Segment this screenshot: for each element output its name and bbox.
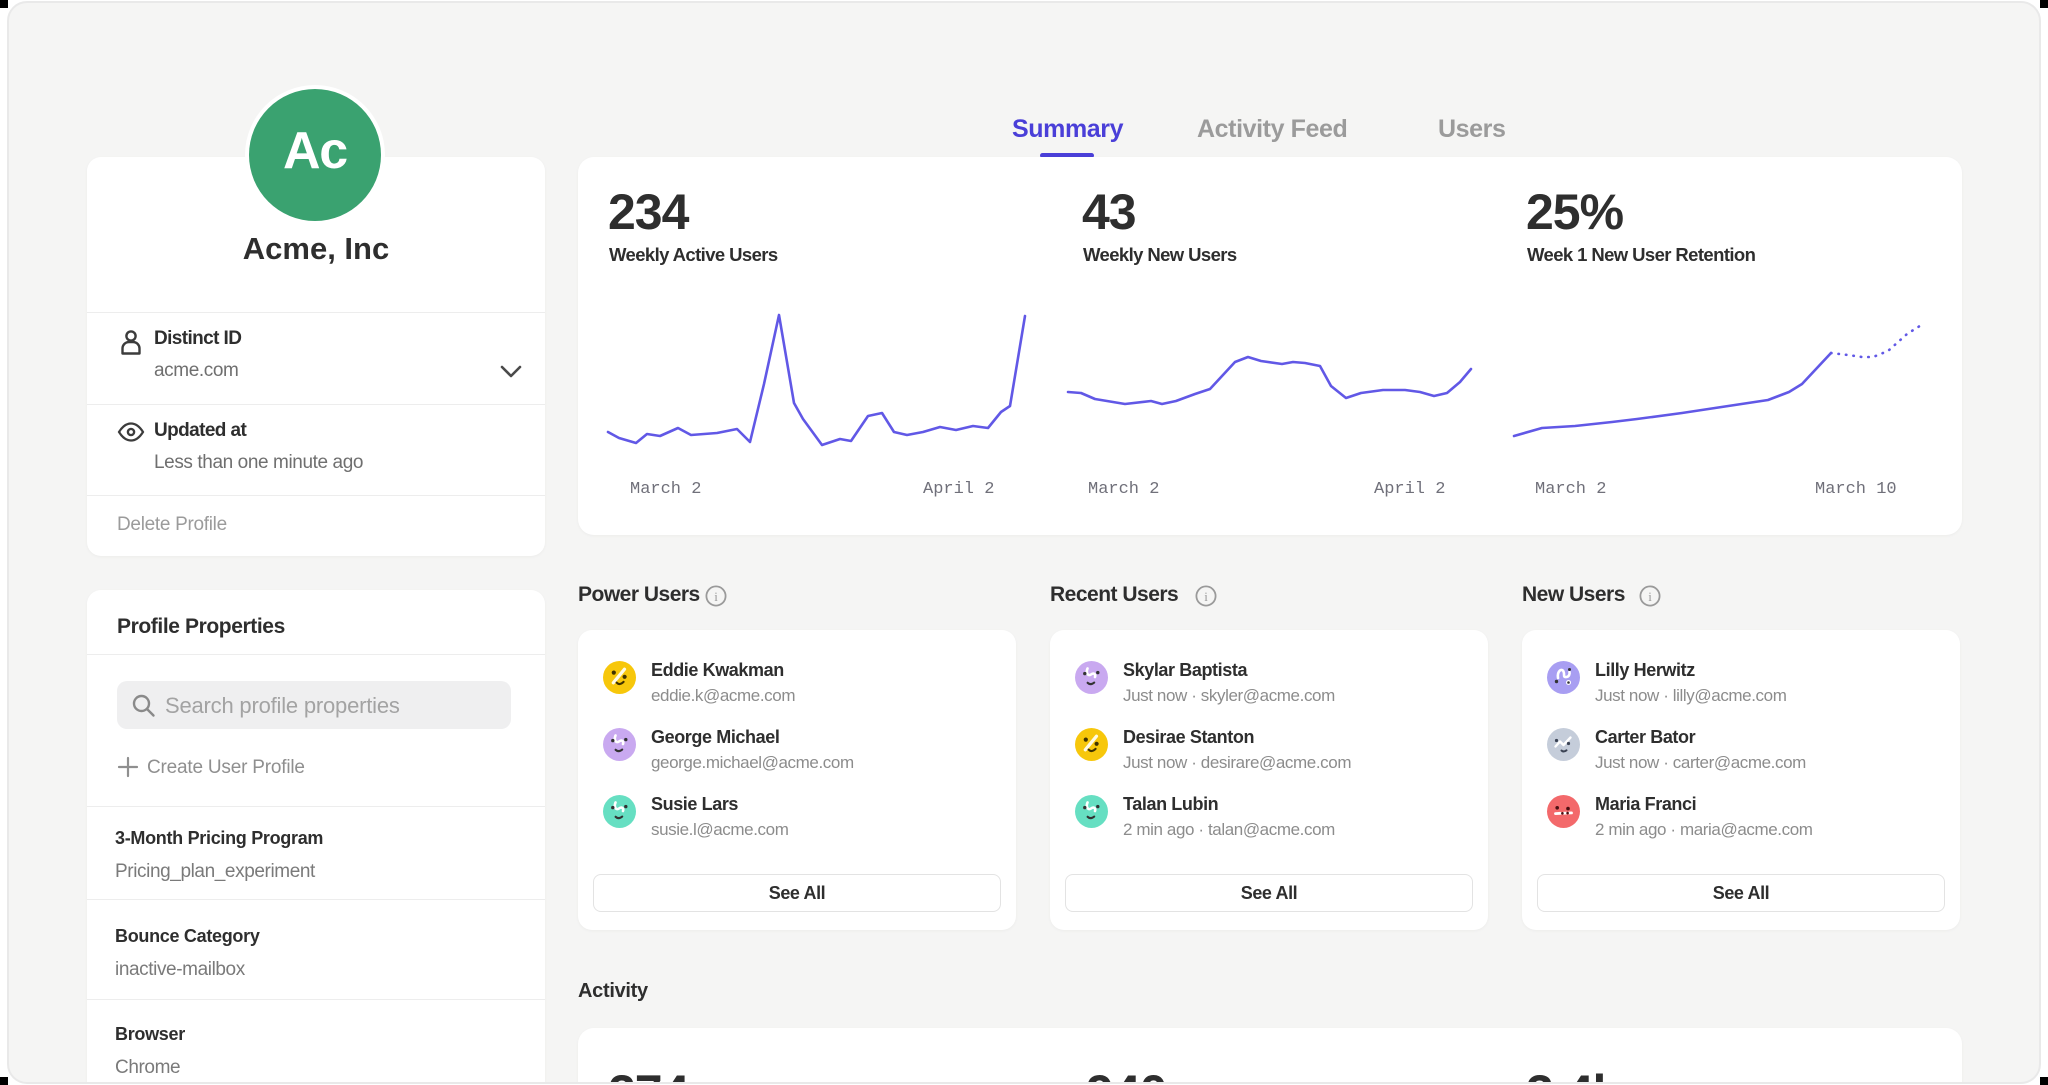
svg-text:i: i <box>1204 589 1208 604</box>
svg-text:i: i <box>714 589 718 604</box>
svg-text:i: i <box>1648 589 1652 604</box>
